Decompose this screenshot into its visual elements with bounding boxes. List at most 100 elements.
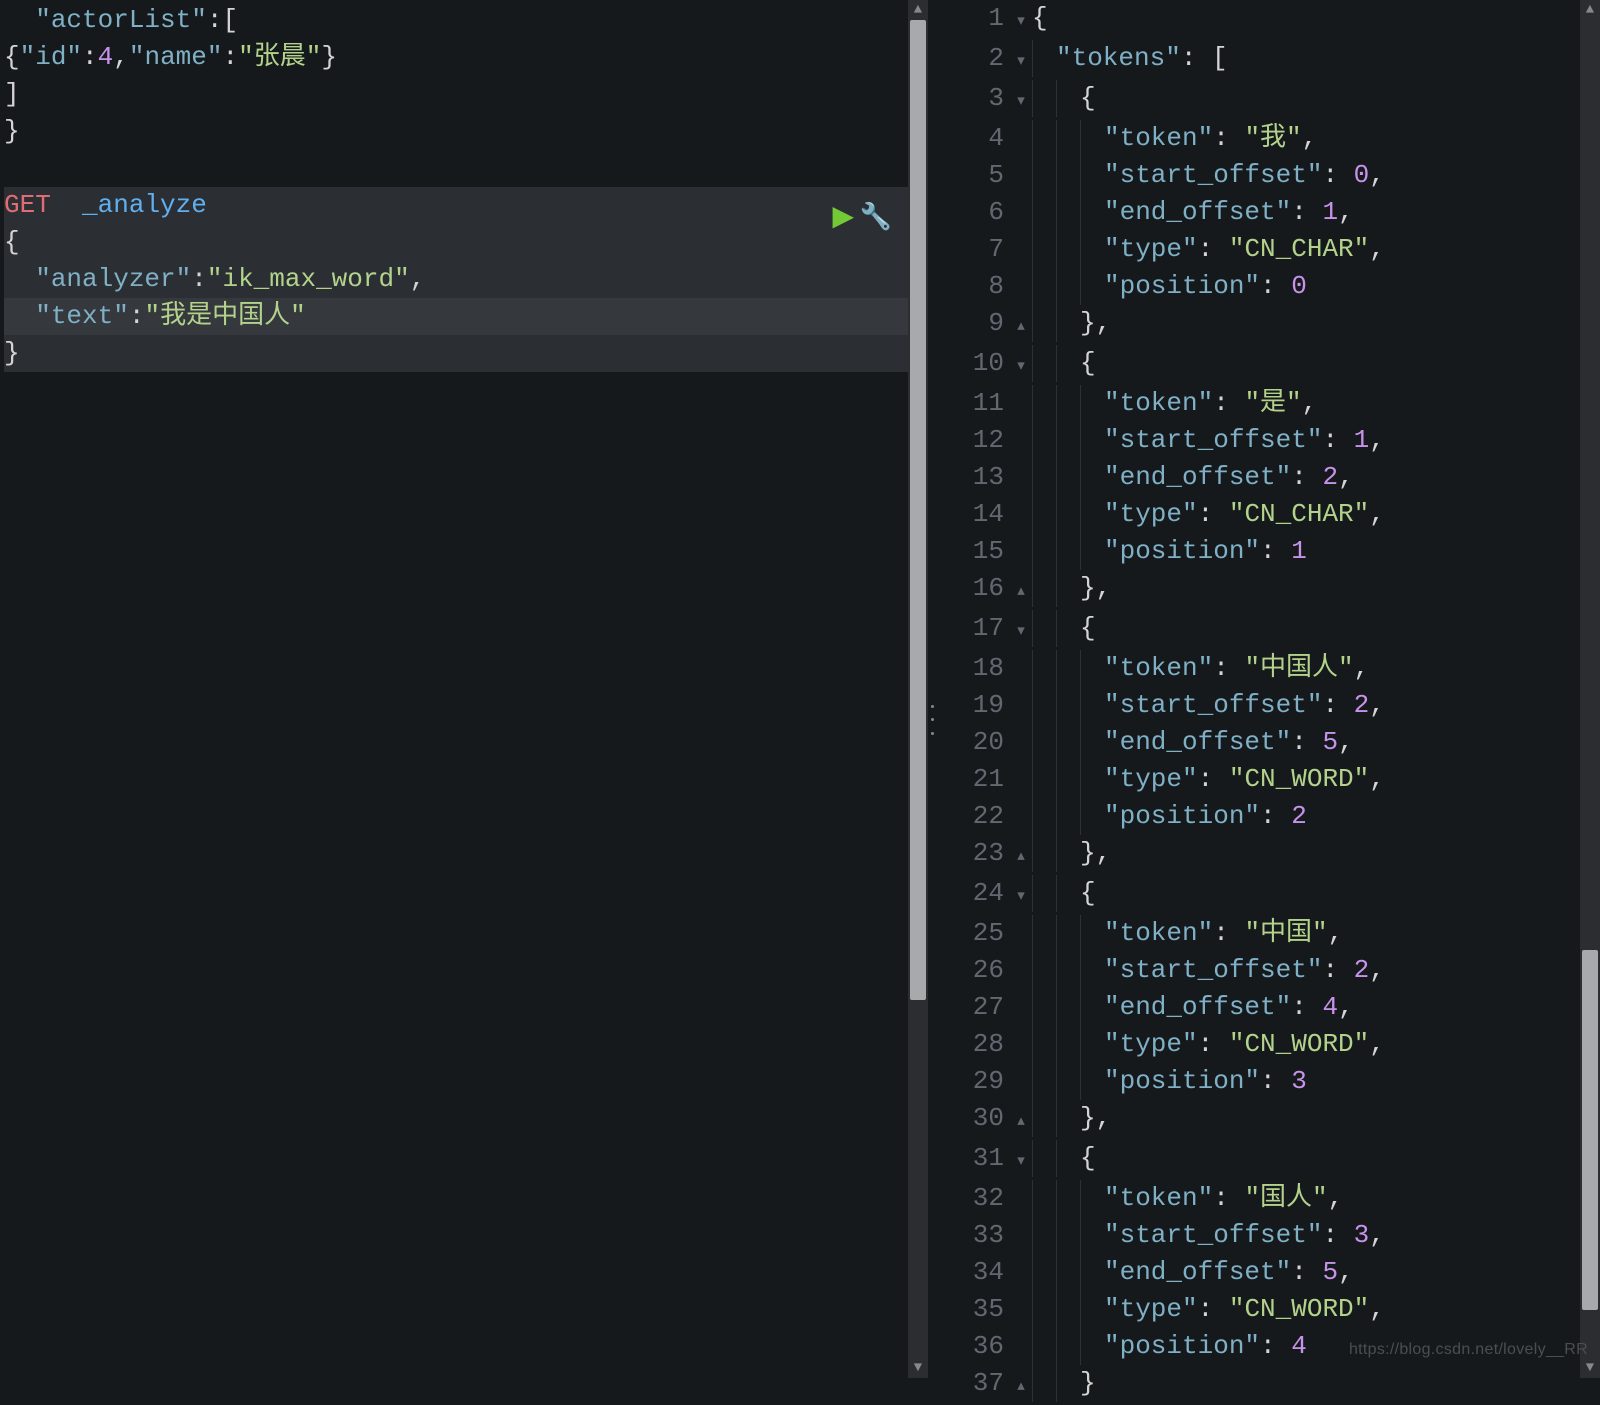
- line-number: 11: [936, 385, 1010, 422]
- response-line: 6"end_offset": 1,: [936, 194, 1600, 231]
- wrench-icon: 🔧: [860, 203, 892, 233]
- response-line: 5 "start_offset": 0,: [936, 157, 1600, 194]
- line-number: 32: [936, 1180, 1010, 1217]
- line-number: 15: [936, 533, 1010, 570]
- response-line: 12"start_offset": 1,: [936, 422, 1600, 459]
- right-scrollbar[interactable]: ▲ ▼: [1580, 0, 1600, 1378]
- line-number: 27: [936, 989, 1010, 1026]
- line-content: "end_offset": 1,: [1032, 194, 1354, 231]
- line-content: "start_offset": 0,: [1032, 157, 1385, 194]
- response-line: 33"start_offset": 3,: [936, 1217, 1600, 1254]
- request-editor-pane[interactable]: "actorList":[ {"id":4,"name":"张晨"} ] } G…: [0, 0, 928, 1378]
- request-code-area[interactable]: "actorList":[ {"id":4,"name":"张晨"} ] } G…: [0, 0, 928, 372]
- line-content: "position": 4: [1032, 1328, 1307, 1365]
- code-line: {"id":4,"name":"张晨"}: [4, 39, 928, 76]
- response-code-area[interactable]: 1▾{2▾"tokens": [3▾{4"token": "我",5"start…: [936, 0, 1600, 1405]
- left-scrollbar[interactable]: ▲ ▼: [908, 0, 928, 1378]
- request-line[interactable]: GET _analyze: [4, 187, 928, 224]
- line-number: 9: [936, 305, 1010, 342]
- line-content: {: [1032, 610, 1096, 647]
- line-number: 8: [936, 268, 1010, 305]
- code-line: "actorList":[: [4, 2, 928, 39]
- line-number: 3: [936, 80, 1010, 117]
- line-content: "position": 0: [1032, 268, 1307, 305]
- line-content: "type": "CN_CHAR",: [1032, 496, 1385, 533]
- fold-marker[interactable]: ▴: [1010, 573, 1032, 610]
- line-number: 31: [936, 1140, 1010, 1177]
- scroll-up-icon[interactable]: ▲: [908, 0, 928, 20]
- line-number: 28: [936, 1026, 1010, 1063]
- line-number: 30: [936, 1100, 1010, 1137]
- scroll-track[interactable]: [908, 20, 928, 1358]
- line-content: "end_offset": 2,: [1032, 459, 1354, 496]
- code-line: {: [4, 224, 928, 261]
- line-number: 12: [936, 422, 1010, 459]
- line-number: 37: [936, 1365, 1010, 1402]
- response-line: 3▾{: [936, 80, 1600, 120]
- line-content: "start_offset": 2,: [1032, 687, 1385, 724]
- scroll-thumb[interactable]: [1582, 950, 1598, 1310]
- line-content: },: [1032, 835, 1111, 872]
- fold-marker[interactable]: ▴: [1010, 1368, 1032, 1405]
- code-line: }: [4, 113, 928, 150]
- line-number: 36: [936, 1328, 1010, 1365]
- line-content: "start_offset": 2,: [1032, 952, 1385, 989]
- line-content: },: [1032, 1100, 1111, 1137]
- fold-marker[interactable]: ▾: [1010, 878, 1032, 915]
- response-line: 21"type": "CN_WORD",: [936, 761, 1600, 798]
- line-content: "type": "CN_WORD",: [1032, 1291, 1385, 1328]
- split-container: "actorList":[ {"id":4,"name":"张晨"} ] } G…: [0, 0, 1600, 1378]
- response-line: 9▴},: [936, 305, 1600, 345]
- line-number: 25: [936, 915, 1010, 952]
- line-number: 2: [936, 40, 1010, 77]
- line-number: 34: [936, 1254, 1010, 1291]
- response-line: 29"position": 3: [936, 1063, 1600, 1100]
- line-number: 5: [936, 157, 1010, 194]
- line-number: 4: [936, 120, 1010, 157]
- response-pane[interactable]: 1▾{2▾"tokens": [3▾{4"token": "我",5"start…: [936, 0, 1600, 1378]
- code-line: ]: [4, 76, 928, 113]
- response-line: 19"start_offset": 2,: [936, 687, 1600, 724]
- line-number: 29: [936, 1063, 1010, 1100]
- wrench-button[interactable]: 🔧: [860, 200, 892, 237]
- response-line: 32"token": "国人",: [936, 1180, 1600, 1217]
- response-line: 17▾{: [936, 610, 1600, 650]
- response-line: 20"end_offset": 5,: [936, 724, 1600, 761]
- line-number: 16: [936, 570, 1010, 607]
- blank-line: [4, 150, 928, 187]
- response-line: 16▴},: [936, 570, 1600, 610]
- fold-marker[interactable]: ▾: [1010, 3, 1032, 40]
- fold-marker[interactable]: ▴: [1010, 838, 1032, 875]
- line-content: "end_offset": 4,: [1032, 989, 1354, 1026]
- response-line: 26"start_offset": 2,: [936, 952, 1600, 989]
- line-content: "token": "是",: [1032, 385, 1317, 422]
- response-line: 10▾{: [936, 345, 1600, 385]
- fold-marker[interactable]: ▾: [1010, 83, 1032, 120]
- pane-divider[interactable]: [928, 0, 936, 1378]
- fold-marker[interactable]: ▾: [1010, 348, 1032, 385]
- response-line: 34"end_offset": 5,: [936, 1254, 1600, 1291]
- fold-marker[interactable]: ▴: [1010, 308, 1032, 345]
- scroll-thumb[interactable]: [910, 20, 926, 1000]
- line-number: 24: [936, 875, 1010, 912]
- line-number: 23: [936, 835, 1010, 872]
- line-content: "token": "我",: [1032, 120, 1317, 157]
- watermark-text: https://blog.csdn.net/lovely__RR: [1349, 1331, 1588, 1368]
- divider-handle[interactable]: [928, 700, 936, 740]
- line-number: 22: [936, 798, 1010, 835]
- fold-marker[interactable]: ▴: [1010, 1103, 1032, 1140]
- line-content: }: [1032, 1365, 1096, 1402]
- line-number: 35: [936, 1291, 1010, 1328]
- fold-marker[interactable]: ▾: [1010, 43, 1032, 80]
- response-line: 27 "end_offset": 4,: [936, 989, 1600, 1026]
- scroll-track[interactable]: [1580, 20, 1600, 1358]
- scroll-up-icon[interactable]: ▲: [1580, 0, 1600, 20]
- response-line: 2▾"tokens": [: [936, 40, 1600, 80]
- line-number: 21: [936, 761, 1010, 798]
- scroll-down-icon[interactable]: ▼: [908, 1358, 928, 1378]
- line-content: "token": "中国人",: [1032, 650, 1369, 687]
- response-line: 7"type": "CN_CHAR",: [936, 231, 1600, 268]
- fold-marker[interactable]: ▾: [1010, 1143, 1032, 1180]
- run-button[interactable]: ▶: [832, 200, 854, 237]
- fold-marker[interactable]: ▾: [1010, 613, 1032, 650]
